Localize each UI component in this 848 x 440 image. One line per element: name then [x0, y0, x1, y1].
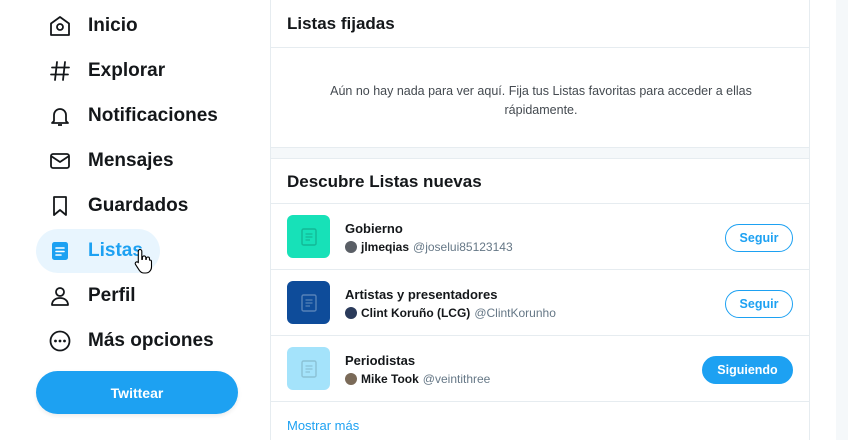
list-name: Artistas y presentadores	[345, 287, 498, 302]
person-icon	[48, 284, 72, 308]
follow-button[interactable]: Seguir	[725, 224, 793, 252]
main-column: Listas fijadas Aún no hay nada para ver …	[270, 0, 810, 440]
follow-button[interactable]: Seguir	[725, 290, 793, 318]
right-panel-edge	[836, 0, 848, 440]
list-owner: jlmeqias @joselui85123143	[345, 240, 513, 254]
sidebar-item-label: Explorar	[88, 60, 166, 81]
section-title: Listas fijadas	[287, 13, 395, 33]
sidebar-item-guardados[interactable]: Guardados	[36, 184, 200, 228]
tweet-button[interactable]: Twittear	[36, 371, 238, 414]
list-icon	[300, 359, 317, 378]
sidebar-item-mensajes[interactable]: Mensajes	[36, 139, 186, 183]
sidebar-item-label: Guardados	[88, 195, 189, 216]
discover-lists-header: Descubre Listas nuevas	[271, 160, 809, 204]
sidebar-item-inicio[interactable]: Inicio	[36, 4, 150, 48]
list-name: Periodistas	[345, 353, 416, 368]
following-button[interactable]: Siguiendo	[702, 356, 793, 384]
list-item[interactable]: Periodistas Mike Took @veintithree Sigui…	[271, 336, 809, 402]
sidebar-item-perfil[interactable]: Perfil	[36, 274, 148, 318]
sidebar-item-label: Mensajes	[88, 150, 174, 171]
sidebar-item-notificaciones[interactable]: Notificaciones	[36, 94, 230, 138]
bookmark-icon	[48, 194, 72, 218]
sidebar-item-label: Más opciones	[88, 330, 214, 351]
list-owner: Clint Koruño (LCG) @ClintKorunho	[345, 306, 556, 320]
show-more-link[interactable]: Mostrar más	[287, 418, 359, 433]
hashtag-icon	[48, 59, 72, 83]
list-thumbnail	[287, 347, 330, 390]
list-item[interactable]: Artistas y presentadores Clint Koruño (L…	[271, 270, 809, 336]
owner-handle: @joselui85123143	[413, 240, 513, 254]
list-icon	[300, 227, 317, 246]
owner-name: jlmeqias	[361, 240, 410, 254]
sidebar-item-label: Perfil	[88, 285, 136, 306]
home-icon	[48, 14, 72, 38]
bell-icon	[48, 104, 72, 128]
list-item[interactable]: Gobierno jlmeqias @joselui85123143 Segui…	[271, 204, 809, 270]
avatar	[345, 241, 357, 253]
list-thumbnail	[287, 215, 330, 258]
owner-handle: @veintithree	[422, 372, 491, 386]
hand-cursor-icon	[134, 248, 154, 274]
owner-name: Mike Took	[361, 372, 419, 386]
section-title: Descubre Listas nuevas	[287, 171, 482, 191]
owner-handle: @ClintKorunho	[474, 306, 556, 320]
sidebar-item-mas-opciones[interactable]: Más opciones	[36, 319, 226, 363]
list-owner: Mike Took @veintithree	[345, 372, 490, 386]
list-thumbnail	[287, 281, 330, 324]
avatar	[345, 373, 357, 385]
envelope-icon	[48, 149, 72, 173]
sidebar-nav: Inicio Explorar Notificaciones Mensajes …	[0, 0, 270, 440]
sidebar-item-explorar[interactable]: Explorar	[36, 49, 177, 93]
empty-state-message: Aún no hay nada para ver aquí. Fija tus …	[330, 84, 752, 117]
list-icon	[48, 239, 72, 263]
sidebar-item-label: Notificaciones	[88, 105, 218, 126]
sidebar-item-label: Inicio	[88, 15, 138, 36]
list-icon	[300, 293, 317, 312]
more-circle-icon	[48, 329, 72, 353]
avatar	[345, 307, 357, 319]
owner-name: Clint Koruño (LCG)	[361, 306, 471, 320]
section-divider	[271, 147, 809, 159]
pinned-lists-header: Listas fijadas	[271, 0, 809, 48]
list-name: Gobierno	[345, 221, 403, 236]
